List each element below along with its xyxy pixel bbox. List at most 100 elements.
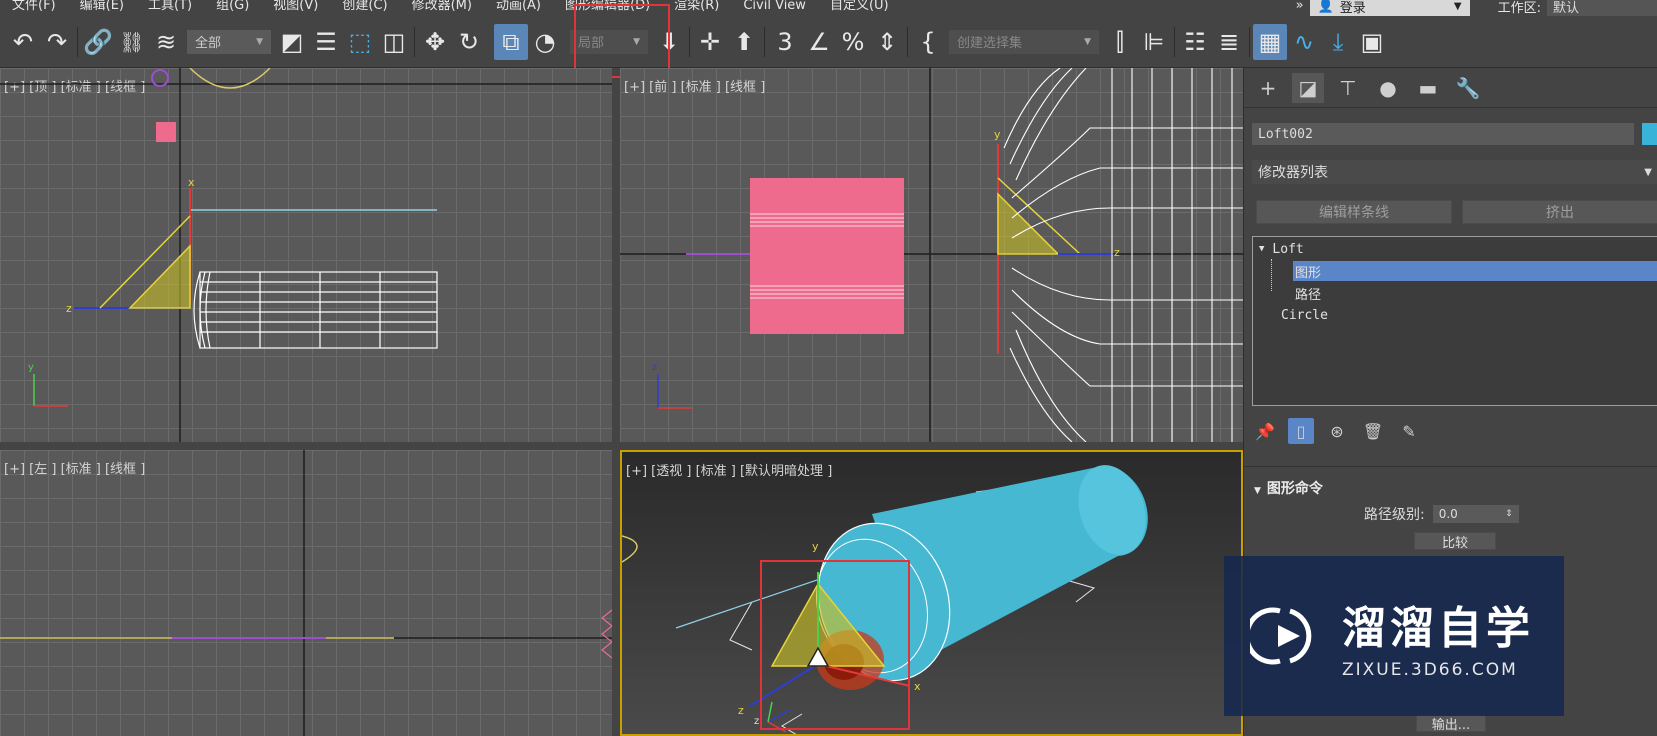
menu-edit[interactable]: 编辑(E) [68,0,136,13]
link-icon[interactable]: 🔗 [81,24,115,60]
watermark-overlay: 溜溜自学 ZIXUE.3D66.COM [1224,556,1564,716]
scene-explorer-icon[interactable]: ☷ [1178,24,1212,60]
select-by-name-icon[interactable]: ☰ [309,24,343,60]
make-unique-icon[interactable]: ⊛ [1324,418,1350,444]
menu-modifiers[interactable]: 修改器(M) [400,0,484,13]
selection-filter-dropdown[interactable]: 全部 ▼ [187,29,271,54]
render-setup-icon[interactable]: ▣ [1355,24,1389,60]
stack-item-loft[interactable]: ▼ Loft [1259,239,1304,259]
redo-icon[interactable]: ↷ [40,24,74,60]
svg-text:z: z [754,716,759,727]
svg-text:z: z [66,302,72,315]
display-tab-icon[interactable]: ▬ [1412,73,1444,103]
menu-overflow-icon[interactable]: » [1290,0,1310,13]
stack-toolbar: 📌 ▯ ⊛ 🗑 ✎ [1252,416,1422,446]
pin-stack-icon[interactable]: 📌 [1252,418,1278,444]
viewport-left-canvas [0,450,612,736]
output-button[interactable]: 输出... [1416,714,1486,733]
workspace-label: 工作区: [1497,0,1541,16]
chevron-down-icon: ▼ [256,36,263,47]
layer-explorer-icon[interactable]: ≣ [1212,24,1246,60]
toolbar-divider [414,26,415,57]
extrude-button[interactable]: 挤出 [1462,200,1657,224]
mirror-icon[interactable]: ⫿ [1103,24,1137,60]
menu-tools[interactable]: 工具(T) [136,0,204,13]
viewport-front[interactable]: [+] [前 ] [标准 ] [线框 ] y z z [620,68,1243,442]
workspace-dropdown[interactable]: 默认 [1547,0,1657,16]
schematic-view-icon[interactable]: ⤓ [1321,24,1355,60]
viewport-top-canvas: x z y [0,68,612,442]
menu-file[interactable]: 文件(F) [0,0,68,13]
named-selection-set-dropdown[interactable]: 创建选择集 ▼ [949,29,1099,54]
modifier-list-label: 修改器列表 [1258,165,1328,181]
undo-icon[interactable]: ↶ [6,24,40,60]
show-end-result-icon[interactable]: ▯ [1288,418,1314,444]
edit-spline-button[interactable]: 编辑样条线 [1256,200,1452,224]
menu-rendering[interactable]: 渲染(R) [662,0,731,13]
compare-button[interactable]: 比较 [1414,532,1496,551]
spinner-arrows-icon: ⇕ [1505,509,1513,519]
toolbar-divider [77,26,78,57]
menu-customize[interactable]: 自定义(U) [818,0,901,13]
svg-text:x: x [188,176,195,189]
create-tab-icon[interactable]: + [1252,73,1284,103]
rollout-shape-commands[interactable]: ▼ 图形命令 [1254,478,1323,498]
unlink-icon[interactable]: ⛓ [115,24,149,60]
named-selection-set-placeholder: 创建选择集 [957,36,1023,51]
rectangular-selection-icon[interactable]: ⬚ [343,24,377,60]
stack-item-shape[interactable]: 图形 [1293,261,1657,281]
stack-item-loft-label: Loft [1272,241,1304,257]
stack-item-path[interactable]: 路径 [1295,283,1321,303]
angle-snap-icon[interactable]: ∠ [802,24,836,60]
viewport-left[interactable]: [+] [左 ] [标准 ] [线框 ] [0,450,612,736]
viewport-perspective-canvas: y x z z [622,465,1148,734]
select-object-icon[interactable]: ◩ [275,24,309,60]
play-logo-icon [1250,607,1312,665]
main-toolbar: ↶ ↷ 🔗 ⛓ ≋ 全部 ▼ ◩ ☰ ⬚ ◫ ✥ ↻ ⧉ ◔ 局部 ▼ ⬇ ✛ … [0,16,1657,68]
rotate-icon[interactable]: ↻ [452,24,486,60]
spinner-snap-icon[interactable]: ⇕ [870,24,904,60]
remove-modifier-icon[interactable]: 🗑 [1360,418,1386,444]
motion-tab-icon[interactable]: ● [1372,73,1404,103]
percent-snap-icon[interactable]: % [836,24,870,60]
ribbon-toggle-icon[interactable]: ▦ [1253,23,1287,60]
modify-tab-icon[interactable]: ◪ [1292,72,1324,103]
svg-text:y: y [812,540,819,553]
menu-view[interactable]: 视图(V) [261,0,330,13]
chevron-down-icon: ▼ [633,36,640,47]
align-icon[interactable]: ⊫ [1137,24,1171,60]
stack-item-shape-label: 图形 [1295,265,1322,281]
modifier-list-dropdown[interactable]: 修改器列表 ▼ [1252,160,1657,184]
viewport-top[interactable]: [+] [顶 ] [标准 ] [线框 ] x z y [0,68,612,442]
bind-space-warp-icon[interactable]: ≋ [149,24,183,60]
hierarchy-tab-icon[interactable]: ⊤ [1332,73,1364,103]
move-icon[interactable]: ✥ [418,24,452,60]
keyboard-shortcut-override-icon[interactable]: ⬆ [727,24,761,60]
menu-create[interactable]: 创建(C) [330,0,399,13]
place-icon[interactable]: ◔ [528,24,562,60]
configure-modifier-sets-icon[interactable]: ✎ [1396,418,1422,444]
menu-civil-view[interactable]: Civil View [731,0,818,13]
object-color-swatch[interactable] [1642,123,1657,145]
object-name-field[interactable]: Loft002 [1252,123,1634,145]
stack-item-circle[interactable]: Circle [1281,305,1328,325]
pivot-center-icon[interactable]: ⬇ [652,24,686,60]
menu-graph-editors[interactable]: 图形编辑器(D) [553,0,662,13]
path-level-spinner[interactable]: 0.0 ⇕ [1432,505,1519,523]
utilities-tab-icon[interactable]: 🔧 [1452,73,1484,103]
viewport-perspective[interactable]: [+] [透视 ] [标准 ] [默认明暗处理 ] y x z z [620,450,1243,736]
scale-icon[interactable]: ⧉ [494,23,528,60]
user-icon: 👤 [1317,0,1334,14]
curve-editor-icon[interactable]: ∿ [1287,24,1321,60]
menu-group[interactable]: 组(G) [204,0,261,13]
select-manipulate-icon[interactable]: ✛ [693,24,727,60]
login-dropdown[interactable]: 👤 登录 ▼ [1309,0,1470,16]
edit-named-selection-icon[interactable]: { [911,24,945,60]
selection-filter-value: 全部 [195,36,222,51]
snaps-toggle-icon[interactable]: 3 [768,24,802,60]
login-label: 登录 [1339,0,1366,16]
reference-coordinate-dropdown[interactable]: 局部 ▼ [570,29,648,54]
menu-animation[interactable]: 动画(A) [484,0,553,13]
modifier-stack: ▼ Loft 图形 路径 Circle [1252,236,1657,406]
window-crossing-icon[interactable]: ◫ [377,24,411,60]
